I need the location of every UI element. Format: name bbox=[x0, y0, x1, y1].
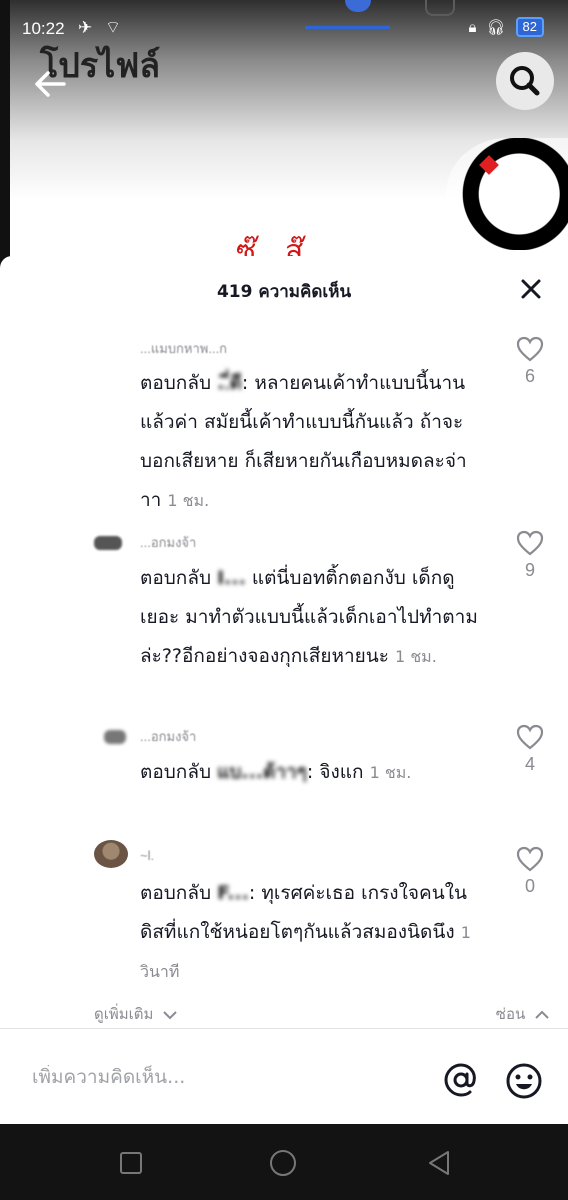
status-time: 10:22 bbox=[22, 19, 65, 38]
like-count: 9 bbox=[524, 560, 535, 580]
comment-username[interactable]: ...อกมงจ้า bbox=[140, 532, 196, 553]
like-count: 4 bbox=[524, 754, 535, 774]
heart-icon bbox=[516, 530, 544, 556]
comment-text: ตอบกลับ F...: ทุเรศค่ะเธอ เกรงใจคนในดิสท… bbox=[140, 874, 485, 991]
avatar[interactable] bbox=[104, 730, 126, 744]
circle-icon bbox=[270, 1150, 296, 1176]
avatar[interactable] bbox=[94, 840, 128, 868]
search-icon bbox=[510, 66, 540, 96]
back-button[interactable] bbox=[424, 1148, 454, 1178]
lock-icon: 🔒︎ bbox=[468, 18, 477, 36]
comment-body: : จิงแก bbox=[306, 761, 364, 783]
reply-prefix: ตอบกลับ bbox=[140, 761, 212, 783]
like-button[interactable]: 9 bbox=[512, 530, 548, 581]
search-button[interactable] bbox=[496, 52, 554, 110]
comment-input-bar bbox=[0, 1029, 568, 1124]
comments-count-title: 419 ความคิดเห็น bbox=[216, 282, 352, 302]
reply-mention[interactable]: แบ...ต้าาๆ bbox=[217, 761, 307, 783]
reply-mention[interactable]: ..ี่ดี bbox=[217, 372, 242, 394]
reply-prefix: ตอบกลับ bbox=[140, 567, 212, 589]
comment-text: ตอบกลับ I... แต่นี่บอทติ้กตอกงับ เด็กดูเ… bbox=[140, 559, 485, 676]
like-button[interactable]: 4 bbox=[512, 724, 548, 775]
reply-prefix: ตอบกลับ bbox=[140, 882, 212, 904]
at-sign-icon bbox=[444, 1063, 476, 1097]
comment-text: ตอบกลับ ..ี่ดี: หลายคนเค้าทำแบบนี้นานแล้… bbox=[140, 364, 485, 520]
comments-sheet: 419 ความคิดเห็น ...แมบกหาพ...ก ตอบกลับ .… bbox=[0, 256, 568, 1124]
avatar[interactable] bbox=[94, 536, 122, 550]
hide-button[interactable]: ซ่อน bbox=[496, 1002, 550, 1026]
like-count: 6 bbox=[524, 366, 535, 386]
like-count: 0 bbox=[524, 876, 535, 896]
profile-avatar bbox=[446, 138, 568, 250]
back-arrow-icon[interactable] bbox=[30, 64, 70, 104]
mention-button[interactable] bbox=[442, 1061, 480, 1099]
reply-mention[interactable]: I... bbox=[217, 567, 246, 589]
battery-indicator: 82 bbox=[515, 17, 544, 37]
comment-username[interactable]: ...แมบกหาพ...ก bbox=[140, 338, 227, 359]
comment-time: 1 ชม. bbox=[369, 763, 412, 782]
square-icon bbox=[120, 1152, 142, 1174]
see-more-label: ดูเพิ่มเติม bbox=[94, 1005, 154, 1023]
like-button[interactable]: 6 bbox=[512, 336, 548, 387]
headphones-icon: 🎧︎ bbox=[486, 19, 506, 36]
status-bar: 10:22 ✈ ⌔ 🔒︎ 🎧︎ 82 bbox=[0, 0, 568, 44]
heart-icon bbox=[516, 846, 544, 872]
like-button[interactable]: 0 bbox=[512, 846, 548, 897]
close-icon bbox=[521, 279, 541, 299]
emoji-button[interactable] bbox=[504, 1061, 544, 1101]
reply-mention[interactable]: F... bbox=[217, 882, 249, 904]
comment-time: 1 ชม. bbox=[167, 491, 210, 510]
comment-time: 1 ชม. bbox=[395, 647, 437, 666]
comment-username[interactable]: ~l. bbox=[140, 848, 154, 863]
tab-indicator-inactive bbox=[425, 0, 455, 16]
reply-prefix: ตอบกลับ bbox=[140, 372, 212, 394]
see-more-button[interactable]: ดูเพิ่มเติม bbox=[94, 1002, 178, 1026]
smiley-icon bbox=[506, 1063, 542, 1099]
hide-label: ซ่อน bbox=[495, 1005, 526, 1023]
comment-username[interactable]: ...อกมงจ้า bbox=[140, 726, 196, 747]
recents-button[interactable] bbox=[116, 1148, 146, 1178]
comment-text: ตอบกลับ แบ...ต้าาๆ: จิงแก 1 ชม. bbox=[140, 753, 485, 792]
heart-icon bbox=[516, 336, 544, 362]
comment-input[interactable] bbox=[30, 1065, 414, 1089]
chevron-up-icon bbox=[535, 1010, 549, 1019]
triangle-back-icon bbox=[429, 1151, 449, 1175]
home-button[interactable] bbox=[268, 1148, 298, 1178]
chevron-down-icon bbox=[163, 1010, 177, 1019]
close-button[interactable] bbox=[516, 274, 546, 304]
tab-underline bbox=[305, 26, 390, 29]
heart-icon bbox=[516, 724, 544, 750]
airplane-wifi-icons: ✈ ⌔ bbox=[78, 18, 125, 37]
system-nav-bar bbox=[0, 1124, 568, 1200]
replies-controls: ดูเพิ่มเติม ซ่อน bbox=[94, 1000, 550, 1026]
tab-indicator-active bbox=[345, 0, 371, 12]
